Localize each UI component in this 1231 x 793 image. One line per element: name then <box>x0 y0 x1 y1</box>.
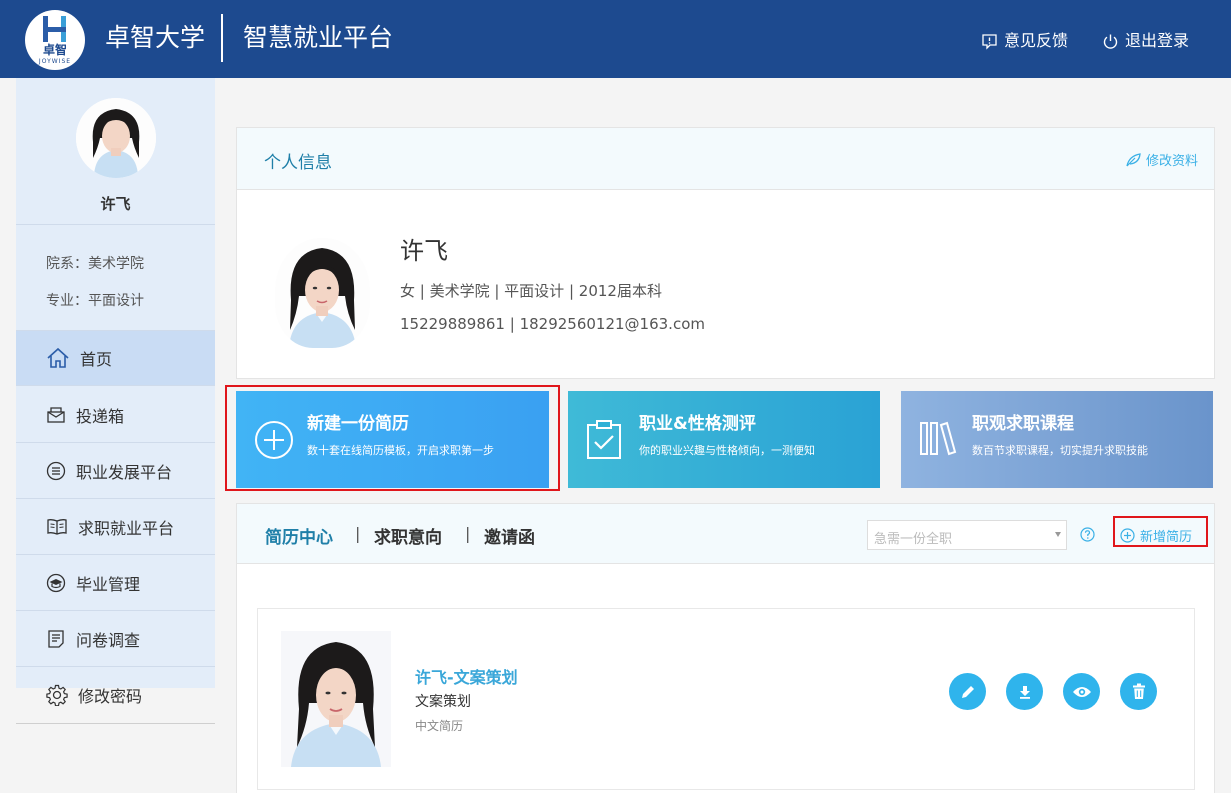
books-icon <box>920 421 957 456</box>
resume-photo <box>281 631 391 767</box>
tab-separator: | <box>465 524 471 543</box>
logo-text: 卓智 <box>42 43 67 57</box>
sidebar-major: 专业：平面设计 <box>46 293 144 309</box>
feedback-icon <box>982 33 997 50</box>
profile-meta: 女 | 美术学院 | 平面设计 | 2012届本科 <box>400 282 662 300</box>
sidebar-item-survey[interactable]: 问卷调查 <box>16 611 215 667</box>
resume-language: 中文简历 <box>415 719 464 733</box>
top-header: 卓智 JOYWISE 卓智大学 智慧就业平台 意见反馈 退出登录 <box>0 0 1231 78</box>
sidebar-divider <box>16 224 215 225</box>
tab-invitations[interactable]: 邀请函 <box>484 523 535 548</box>
school-name: 卓智大学 <box>105 23 206 52</box>
tab-separator: | <box>355 524 361 543</box>
resume-list-item[interactable]: 许飞-文案策划 文案策划 中文简历 <box>257 608 1195 790</box>
graduation-cap-icon <box>46 573 66 592</box>
help-icon[interactable] <box>1080 527 1095 542</box>
profile-section-title: 个人信息 <box>264 153 332 173</box>
tab-job-intention[interactable]: 求职意向 <box>374 523 442 548</box>
sidebar-item-label: 投递箱 <box>76 406 125 426</box>
profile-card-header: 个人信息 修改资料 <box>237 128 1214 190</box>
job-type-select[interactable]: 急需一份全职 <box>867 520 1067 550</box>
sidebar-item-career[interactable]: 职业发展平台 <box>16 443 215 499</box>
sidebar: 许飞 院系：美术学院 专业：平面设计 首页 投递箱 职业发展平台 求职就业平台 … <box>16 78 215 688</box>
home-icon <box>47 347 69 368</box>
logo-subtext: JOYWISE <box>38 58 72 65</box>
logo-mark-icon <box>39 16 71 42</box>
edit-profile-link[interactable]: 修改资料 <box>1126 150 1198 169</box>
power-icon <box>1103 34 1118 49</box>
avatar <box>76 98 156 178</box>
resume-center-header: 简历中心 | 求职意向 | 邀请函 急需一份全职 新增简历 <box>237 504 1214 564</box>
preview-resume-button[interactable] <box>1063 673 1100 710</box>
gear-icon <box>46 684 68 706</box>
delete-resume-button[interactable] <box>1120 673 1157 710</box>
profile-name: 许飞 <box>400 237 448 265</box>
sidebar-user-name: 许飞 <box>100 195 131 213</box>
logout-link[interactable]: 退出登录 <box>1102 30 1189 52</box>
sidebar-item-label: 求职就业平台 <box>78 518 175 538</box>
resume-title[interactable]: 许飞-文案策划 <box>415 664 518 688</box>
sidebar-department: 院系：美术学院 <box>46 256 144 272</box>
sidebar-item-label: 毕业管理 <box>76 574 141 594</box>
sidebar-item-graduation[interactable]: 毕业管理 <box>16 555 215 611</box>
tab-resume-center[interactable]: 简历中心 <box>265 523 333 548</box>
platform-name: 智慧就业平台 <box>243 23 394 52</box>
school-logo[interactable]: 卓智 JOYWISE <box>25 10 85 70</box>
profile-contact: 15229889861 | 18292560121@163.com <box>400 315 705 333</box>
clipboard-check-icon <box>587 420 621 459</box>
highlight-frame <box>1113 516 1208 547</box>
tile-title: 职业&性格测评 <box>639 414 756 434</box>
highlight-frame <box>225 385 560 491</box>
header-divider <box>221 14 223 62</box>
resume-job: 文案策划 <box>415 694 471 710</box>
inbox-icon <box>47 406 65 423</box>
chevron-down-icon <box>1055 532 1061 537</box>
sidebar-item-label: 职业发展平台 <box>76 462 173 482</box>
tile-title: 职观求职课程 <box>972 414 1074 434</box>
tile-subtitle: 你的职业兴趣与性格倾向，一测便知 <box>639 444 815 457</box>
feedback-link[interactable]: 意见反馈 <box>981 30 1068 52</box>
profile-photo <box>275 238 370 348</box>
logout-label: 退出登录 <box>1125 31 1190 50</box>
course-tile[interactable]: 职观求职课程 数百节求职课程，切实提升求职技能 <box>901 391 1213 488</box>
sidebar-item-label: 修改密码 <box>78 687 143 706</box>
leaf-edit-icon <box>1126 152 1141 166</box>
sidebar-item-home[interactable]: 首页 <box>16 330 215 386</box>
download-resume-button[interactable] <box>1006 673 1043 710</box>
resume-center-card: 简历中心 | 求职意向 | 邀请函 急需一份全职 新增简历 许飞-文案策划 文案… <box>236 503 1215 793</box>
trash-icon <box>1132 683 1145 699</box>
pencil-icon <box>961 685 974 698</box>
eye-icon <box>1072 686 1091 697</box>
profile-card: 个人信息 修改资料 许飞 女 | 美术学院 | 平面设计 | 2012届本科 1… <box>236 127 1215 379</box>
edit-resume-button[interactable] <box>949 673 986 710</box>
feedback-label: 意见反馈 <box>1004 31 1069 50</box>
sidebar-item-label: 首页 <box>80 350 113 369</box>
sidebar-item-password[interactable]: 修改密码 <box>16 667 215 724</box>
sidebar-item-label: 问卷调查 <box>76 630 141 650</box>
assessment-tile[interactable]: 职业&性格测评 你的职业兴趣与性格倾向，一测便知 <box>568 391 880 488</box>
book-icon <box>47 518 67 535</box>
download-icon <box>1019 685 1030 699</box>
sidebar-item-inbox[interactable]: 投递箱 <box>16 387 215 443</box>
sidebar-item-jobs[interactable]: 求职就业平台 <box>16 499 215 555</box>
list-icon <box>46 461 66 480</box>
survey-icon <box>48 629 64 648</box>
tile-subtitle: 数百节求职课程，切实提升求职技能 <box>972 444 1148 457</box>
select-placeholder: 急需一份全职 <box>874 532 953 547</box>
edit-profile-label: 修改资料 <box>1145 154 1198 169</box>
